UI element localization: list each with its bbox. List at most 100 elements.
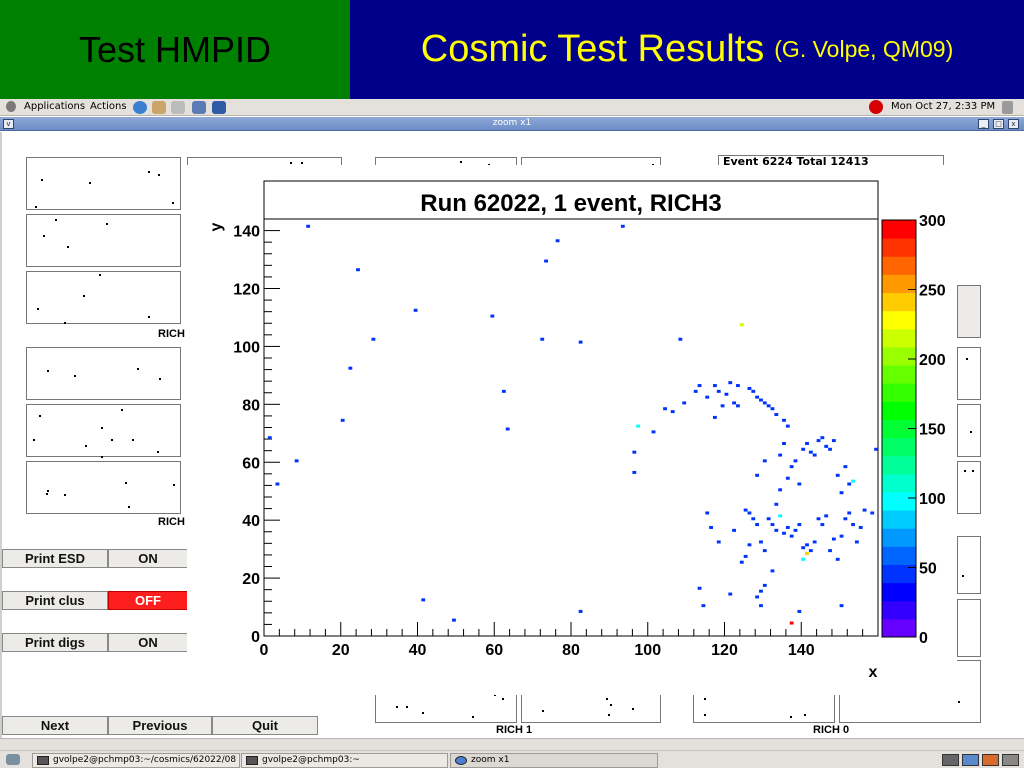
taskbar-item[interactable]: gvolpe2@pchmp03:~ (241, 753, 448, 768)
quit-button[interactable]: Quit (212, 716, 318, 735)
workspace-2-icon[interactable] (962, 754, 979, 766)
data-point (578, 609, 583, 613)
data-point (828, 549, 832, 553)
data-point (839, 491, 844, 495)
colorbar-segment (882, 600, 916, 620)
workspace-4-icon[interactable] (1002, 754, 1019, 766)
taskbar-item-active[interactable]: zoom x1 (450, 753, 658, 768)
colorbar-tick-label: 200 (919, 352, 946, 369)
editor-icon[interactable] (171, 101, 185, 114)
data-point (762, 401, 767, 405)
close-icon[interactable]: x (1008, 119, 1019, 129)
y-tick-label: 100 (233, 339, 260, 356)
data-point (805, 441, 809, 445)
print-esd-label: Print ESD (2, 549, 108, 568)
mail-icon[interactable] (152, 101, 166, 114)
data-point (778, 488, 783, 492)
data-point (831, 439, 836, 443)
data-point (835, 473, 840, 477)
browser-icon[interactable] (133, 101, 147, 114)
data-point (306, 224, 311, 228)
pad-panel (957, 404, 981, 457)
terminal-icon[interactable] (192, 101, 206, 114)
data-point (770, 569, 775, 573)
data-point (843, 517, 848, 521)
maximize-icon[interactable]: □ (993, 119, 1004, 129)
screen-icon[interactable] (212, 101, 226, 114)
print-clus-toggle[interactable]: OFF (108, 591, 188, 610)
y-tick-label: 60 (242, 455, 260, 472)
next-button[interactable]: Next (2, 716, 108, 735)
data-point (663, 407, 667, 411)
data-point (808, 549, 813, 553)
data-point (789, 465, 794, 469)
window-title-bar: v zoom x1 _ □ x (0, 117, 1024, 131)
taskbar-item[interactable]: gvolpe2@pchmp03:~/cosmics/62022/08 (32, 753, 240, 768)
data-point (785, 424, 790, 428)
data-point (743, 554, 748, 558)
colorbar-segment (882, 274, 916, 294)
data-point (716, 540, 721, 544)
data-point (739, 323, 744, 327)
y-tick-label: 80 (242, 397, 260, 414)
terminal-icon (246, 756, 258, 765)
slide-subtitle: (G. Volpe, QM09) (774, 36, 954, 62)
colorbar-segment (882, 365, 916, 384)
pad-panel (957, 285, 981, 338)
volume-icon[interactable] (1002, 101, 1013, 114)
data-point (874, 447, 878, 451)
data-point (831, 537, 836, 541)
data-point (759, 604, 763, 608)
print-digs-toggle[interactable]: ON (108, 633, 188, 652)
data-point (808, 450, 813, 454)
data-point (843, 465, 848, 469)
colorbar-segment (882, 346, 916, 366)
data-point (774, 528, 779, 532)
data-point (620, 224, 625, 228)
data-point (651, 430, 656, 434)
colorbar-segment (882, 473, 916, 493)
workspace-3-icon[interactable] (982, 754, 999, 766)
data-point (413, 308, 418, 312)
data-point (816, 517, 821, 521)
gnome-foot-icon[interactable] (6, 101, 16, 112)
data-point (709, 525, 713, 529)
print-esd-toggle[interactable]: ON (108, 549, 188, 568)
data-point (732, 401, 737, 405)
data-point (755, 473, 760, 477)
data-point (356, 268, 360, 272)
data-point (805, 552, 809, 556)
pad-panel (957, 599, 981, 657)
data-point (544, 259, 548, 263)
data-point (782, 531, 786, 535)
pad-panel (957, 461, 981, 514)
rich-label: RICH 0 (813, 724, 850, 736)
data-point (828, 447, 832, 451)
y-tick-label: 0 (251, 629, 260, 646)
data-point (705, 511, 710, 515)
data-point (578, 340, 583, 344)
actions-menu[interactable]: Actions (90, 101, 127, 112)
applications-menu[interactable]: Applications (24, 101, 85, 112)
data-point (759, 398, 763, 402)
data-point (732, 528, 737, 532)
x-tick-label: 60 (485, 642, 503, 659)
data-point (782, 441, 786, 445)
x-axis-label: x (869, 664, 878, 681)
data-point (755, 595, 760, 599)
data-point (774, 413, 779, 417)
clock[interactable]: Mon Oct 27, 2:33 PM (891, 101, 995, 112)
previous-button[interactable]: Previous (108, 716, 212, 735)
colorbar-segment (882, 292, 916, 312)
data-point (820, 436, 825, 440)
data-point (747, 543, 752, 547)
data-point (701, 604, 706, 608)
alert-icon[interactable] (869, 100, 883, 114)
minimize-icon[interactable]: _ (978, 119, 989, 129)
show-desktop-icon[interactable] (6, 754, 20, 765)
data-point (759, 540, 763, 544)
pad-panel (26, 461, 181, 514)
workspace-1-icon[interactable] (942, 754, 959, 766)
data-point (774, 502, 779, 506)
print-clus-label: Print clus (2, 591, 108, 610)
